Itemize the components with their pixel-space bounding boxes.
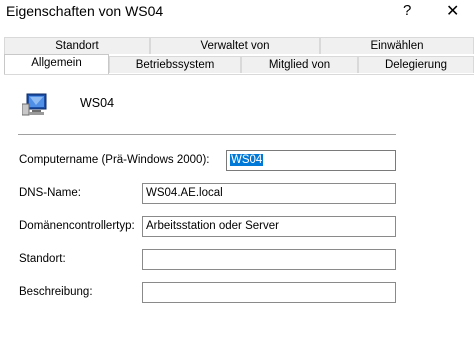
title-bar: Eigenschaften von WS04 ? ✕: [0, 0, 474, 24]
help-button[interactable]: ?: [403, 2, 411, 19]
tab-delegierung[interactable]: Delegierung: [358, 56, 474, 73]
tab-verwaltet-von[interactable]: Verwaltet von: [150, 37, 320, 54]
tab-mitglied-von[interactable]: Mitglied von: [241, 56, 358, 73]
computername-field[interactable]: WS04: [226, 150, 396, 171]
tab-standort[interactable]: Standort: [4, 37, 150, 54]
tab-einwaehlen[interactable]: Einwählen: [320, 37, 474, 54]
site-label: Standort:: [19, 253, 66, 265]
close-button[interactable]: ✕: [446, 1, 459, 21]
site-field[interactable]: [142, 249, 396, 270]
computer-icon: [22, 93, 47, 116]
computername-value: WS04: [230, 154, 264, 166]
tab-row-bottom: Allgemein Betriebssystem Mitglied von De…: [0, 54, 474, 75]
dc-type-field[interactable]: Arbeitsstation oder Server: [142, 216, 396, 237]
general-panel: [4, 74, 474, 348]
dns-name-field[interactable]: WS04.AE.local: [142, 183, 396, 204]
description-field[interactable]: [142, 282, 396, 303]
computername-label: Computername (Prä-Windows 2000):: [19, 154, 210, 166]
window-title: Eigenschaften von WS04: [6, 3, 164, 19]
tab-allgemein[interactable]: Allgemein: [4, 54, 109, 74]
dc-type-label: Domänencontrollertyp:: [19, 220, 135, 232]
separator: [18, 134, 396, 135]
object-name: WS04: [80, 96, 115, 110]
description-label: Beschreibung:: [19, 286, 93, 298]
tab-betriebssystem[interactable]: Betriebssystem: [109, 56, 241, 73]
dns-name-label: DNS-Name:: [19, 187, 81, 199]
